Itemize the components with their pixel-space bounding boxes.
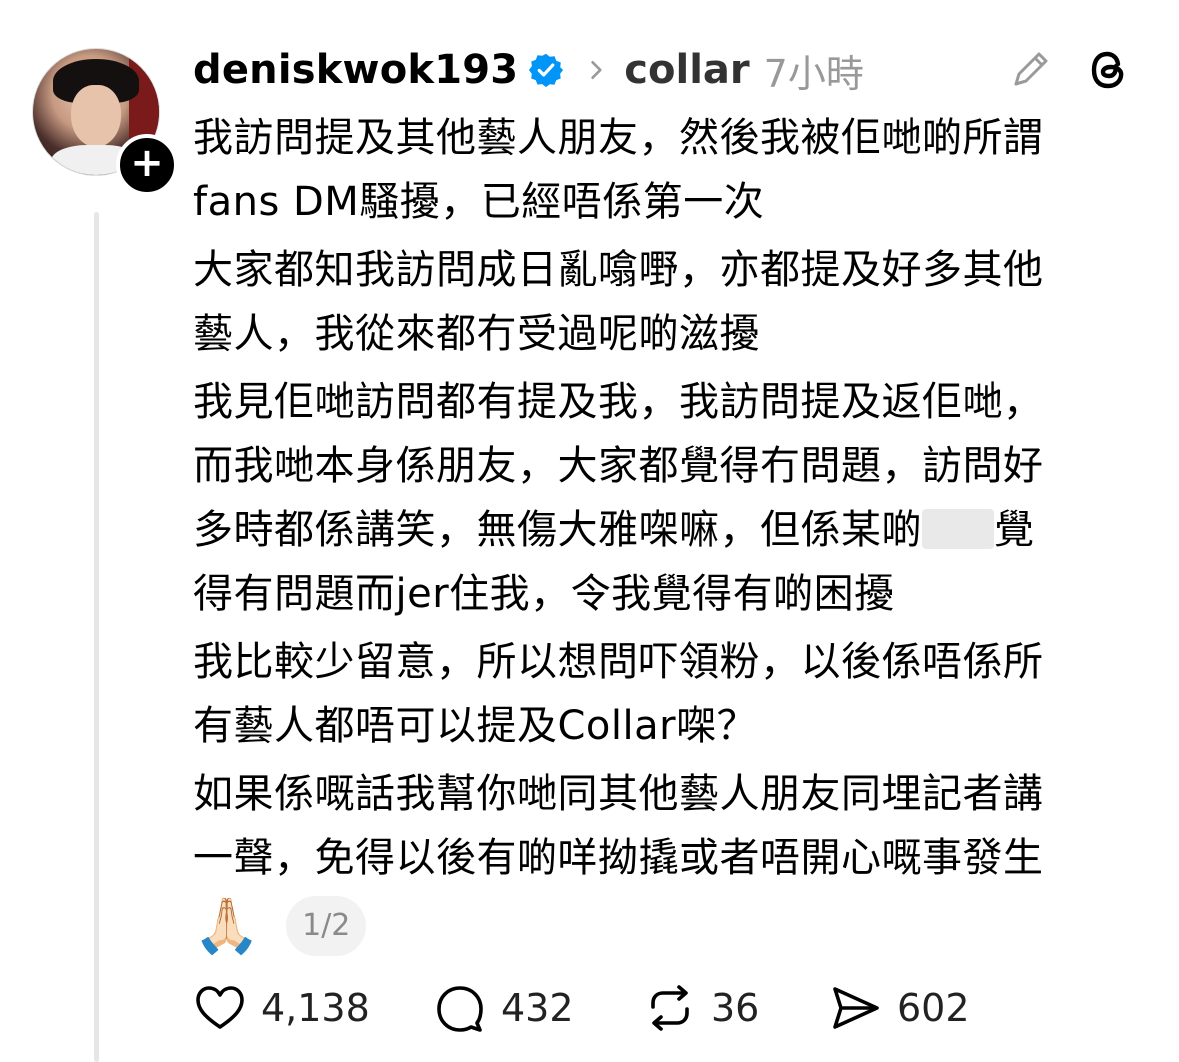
threads-logo-icon[interactable] [1084,44,1132,96]
comment-button[interactable]: 432 [433,980,574,1036]
heart-icon [196,986,244,1029]
like-count: 4,138 [261,986,370,1030]
action-bar: 4,138 432 36 602 [193,980,1153,1036]
text-line: 大家都知我訪問成日亂噏嘢，亦都提及好多其他 [193,247,1044,293]
avatar-container[interactable]: + [32,48,178,196]
repost-count: 36 [711,986,760,1030]
text-line: fans DM騷擾，已經唔係第一次 [193,179,765,225]
verified-badge-icon [529,53,564,88]
paragraph: 我比較少留意，所以想問吓領粉，以後係唔係所 有藝人都唔可以提及Collar㗎？ [193,630,1153,758]
text-line: 多時都係講笑，無傷大雅㗎嘛，但係某啲 [193,507,922,553]
pray-emoji: 🙏🏻 [193,894,261,957]
redacted-text [922,509,994,549]
text-line: 藝人，我從來都冇受過呢啲滋擾 [193,311,760,357]
chevron-right-icon [591,60,602,80]
topic-tag[interactable]: collar [624,47,749,93]
edit-icon[interactable] [1008,44,1056,92]
share-button[interactable]: 602 [829,980,970,1036]
timestamp: 7小時 [763,51,864,96]
repost-icon [651,985,689,1031]
repost-button[interactable]: 36 [643,980,759,1036]
paragraph: 我訪問提及其他藝人朋友，然後我被佢哋啲所謂 fans DM騷擾，已經唔係第一次 [193,106,1153,234]
text-line: 我比較少留意，所以想問吓領粉，以後係唔係所 [193,639,1044,685]
text-line: 有藝人都唔可以提及Collar㗎？ [193,703,758,749]
comment-icon [437,986,483,1032]
text-line: 我見佢哋訪問都有提及我，我訪問提及返佢哋， [193,379,1044,425]
paragraph: 我見佢哋訪問都有提及我，我訪問提及返佢哋， 而我哋本身係朋友，大家都覺得冇問題，… [193,370,1153,626]
follow-button[interactable]: + [116,134,178,196]
thread-line [94,212,99,1062]
text-line: 而我哋本身係朋友，大家都覺得冇問題，訪問好 [193,443,1044,489]
text-line: 一聲，免得以後有啲咩拗撬或者唔開心嘅事發生 [193,835,1044,881]
share-icon [833,987,879,1029]
paragraph: 如果係嘅話我幫你哋同其他藝人朋友同埋記者講 一聲，免得以後有啲咩拗撬或者唔開心嘅… [193,762,1153,890]
post-footer-row: 🙏🏻 1/2 [193,894,367,957]
like-button[interactable]: 4,138 [193,980,370,1036]
text-line: 覺 [994,507,1035,553]
text-line: 我訪問提及其他藝人朋友，然後我被佢哋啲所謂 [193,115,1044,161]
post-header: deniskwok193 collar 7小時 [193,38,864,102]
text-line: 如果係嘅話我幫你哋同其他藝人朋友同埋記者講 [193,771,1044,817]
comment-count: 432 [501,986,574,1030]
text-line: 得有問題而jer住我，令我覺得有啲困擾 [193,571,895,617]
page-indicator[interactable]: 1/2 [286,896,367,956]
post-body: 我訪問提及其他藝人朋友，然後我被佢哋啲所謂 fans DM騷擾，已經唔係第一次 … [193,106,1153,894]
share-count: 602 [897,986,970,1030]
paragraph: 大家都知我訪問成日亂噏嘢，亦都提及好多其他 藝人，我從來都冇受過呢啲滋擾 [193,238,1153,366]
username[interactable]: deniskwok193 [193,47,518,93]
